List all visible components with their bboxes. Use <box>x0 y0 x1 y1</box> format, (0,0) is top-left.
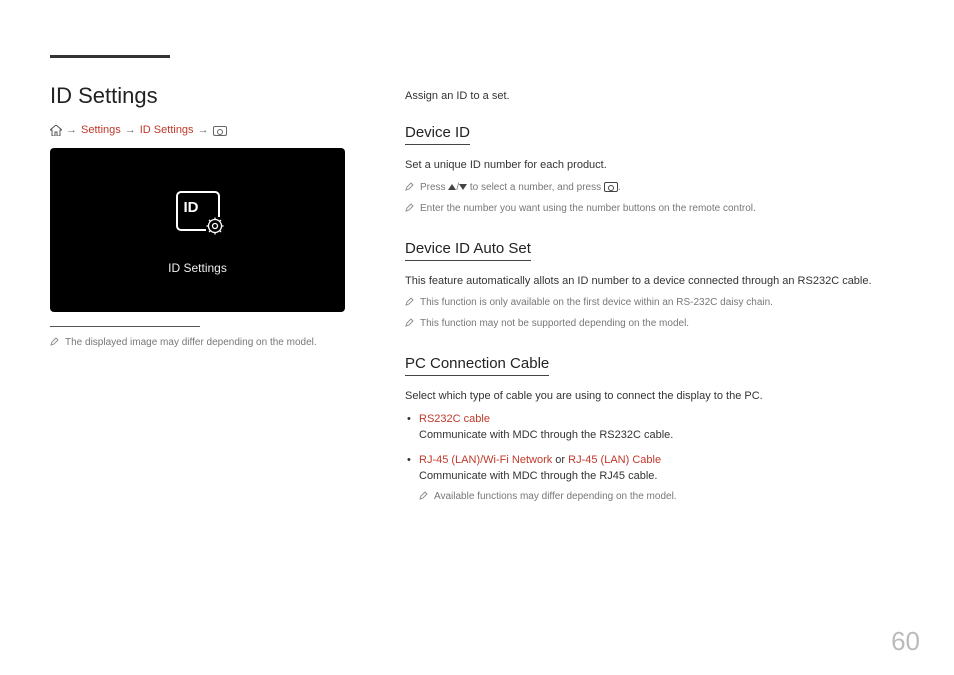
note-text-c: . <box>618 182 621 193</box>
list-item: RS232C cable Communicate with MDC throug… <box>419 411 904 444</box>
note-text: This function may not be supported depen… <box>420 316 689 332</box>
arrow-icon: → <box>66 123 77 138</box>
pencil-icon <box>405 296 414 312</box>
disclaimer-note: The displayed image may differ depending… <box>50 335 345 352</box>
section-rule <box>50 55 170 58</box>
section-auto-set: Device ID Auto Set This feature automati… <box>405 240 904 334</box>
rj45-note: Available functions may differ depending… <box>419 489 904 506</box>
heading-device-id: Device ID <box>405 124 470 145</box>
enter-icon <box>213 126 227 136</box>
option-rj45-desc: Communicate with MDC through the RJ45 ca… <box>419 470 657 482</box>
section-pc-cable: PC Connection Cable Select which type of… <box>405 355 904 506</box>
breadcrumb: → Settings → ID Settings → <box>50 123 345 138</box>
disclaimer-text: The displayed image may differ depending… <box>65 335 317 351</box>
note-text: Available functions may differ depending… <box>434 489 677 505</box>
option-rs232c-desc: Communicate with MDC through the RS232C … <box>419 429 673 441</box>
home-icon <box>50 125 62 136</box>
up-arrow-icon <box>448 184 456 190</box>
screenshot-caption: ID Settings <box>168 261 227 275</box>
list-item: RJ-45 (LAN)/Wi-Fi Network or RJ-45 (LAN)… <box>419 452 904 506</box>
heading-pc-cable: PC Connection Cable <box>405 355 549 376</box>
auto-set-note-1: This function is only available on the f… <box>405 295 904 312</box>
id-settings-icon: ID <box>176 191 220 231</box>
note-text: Enter the number you want using the numb… <box>420 201 756 217</box>
menu-screenshot: ID ID Settings <box>50 148 345 312</box>
enter-icon <box>604 182 618 192</box>
intro-text: Assign an ID to a set. <box>405 90 904 102</box>
arrow-icon: → <box>125 123 136 138</box>
divider <box>50 326 200 327</box>
page-number: 60 <box>891 626 920 657</box>
pc-cable-desc: Select which type of cable you are using… <box>405 388 904 405</box>
id-icon-label: ID <box>184 199 199 216</box>
auto-set-note-2: This function may not be supported depen… <box>405 316 904 333</box>
note-text-a: Press <box>420 182 448 193</box>
pencil-icon <box>405 317 414 333</box>
auto-set-desc: This feature automatically allots an ID … <box>405 273 904 290</box>
note-text-b: to select a number, and press <box>470 182 604 193</box>
breadcrumb-item-id-settings: ID Settings <box>140 123 194 138</box>
gear-icon <box>206 217 224 235</box>
pencil-icon <box>405 181 414 197</box>
device-id-desc: Set a unique ID number for each product. <box>405 157 904 174</box>
pencil-icon <box>419 490 428 506</box>
pencil-icon <box>405 202 414 218</box>
option-rj45-lan: RJ-45 (LAN) Cable <box>568 454 661 466</box>
option-rs232c: RS232C cable <box>419 413 490 425</box>
page-title: ID Settings <box>50 83 345 109</box>
section-device-id: Device ID Set a unique ID number for eac… <box>405 124 904 218</box>
option-rj45-wifi: RJ-45 (LAN)/Wi-Fi Network <box>419 454 552 466</box>
down-arrow-icon <box>459 184 467 190</box>
device-id-note-1: Press / to select a number, and press . <box>405 180 904 197</box>
arrow-icon: → <box>198 123 209 138</box>
breadcrumb-item-settings: Settings <box>81 123 121 138</box>
heading-auto-set: Device ID Auto Set <box>405 240 531 261</box>
option-or: or <box>552 454 568 466</box>
device-id-note-2: Enter the number you want using the numb… <box>405 201 904 218</box>
note-text: This function is only available on the f… <box>420 295 773 311</box>
pencil-icon <box>50 336 59 352</box>
